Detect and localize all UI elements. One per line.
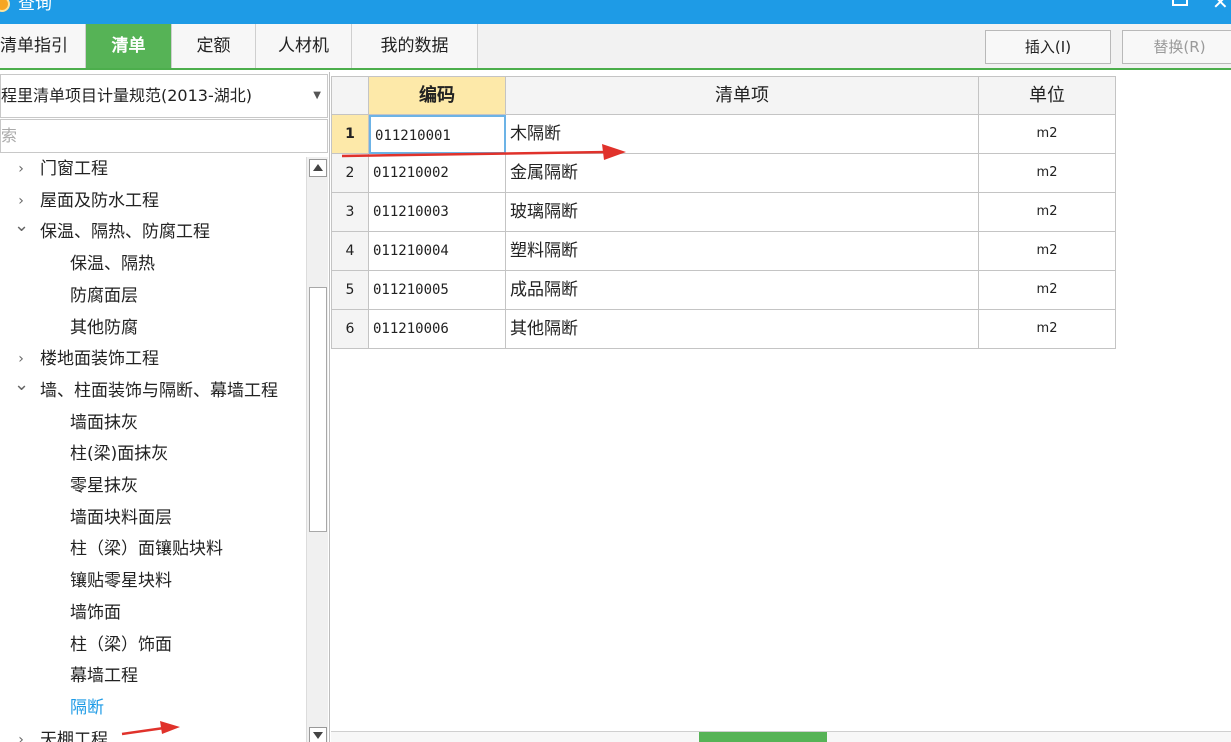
chevron-right-icon[interactable]: › xyxy=(14,725,28,742)
unit-cell[interactable]: m2 xyxy=(979,193,1116,232)
unit-column-header[interactable]: 单位 xyxy=(979,76,1116,115)
row-number-header xyxy=(331,76,369,115)
tree-item-label: 墙面块料面层 xyxy=(70,507,172,528)
scroll-thumb[interactable] xyxy=(309,287,327,532)
window-title: 查询 xyxy=(18,0,52,14)
tree-subcategory[interactable]: 墙面块料面层 xyxy=(0,503,306,533)
tree-item-label: 保温、隔热 xyxy=(70,254,155,275)
row-number[interactable]: 3 xyxy=(331,193,369,232)
tree-item-label: 零星抹灰 xyxy=(70,476,138,496)
row-number[interactable]: 5 xyxy=(331,271,369,310)
tab-bar: 清单指引 清单 定额 人材机 我的数据 插入(I) 替换(R) xyxy=(0,24,1231,70)
unit-cell[interactable]: m2 xyxy=(979,115,1116,154)
maximize-icon[interactable] xyxy=(1172,0,1188,6)
annotation-arrow-table xyxy=(341,144,626,160)
tree-item-label: 墙面抹灰 xyxy=(70,412,138,433)
tree-item-label: 楼地面装饰工程 xyxy=(40,349,159,370)
tree-item-label: 幕墙工程 xyxy=(70,666,138,687)
chevron-right-icon[interactable]: › xyxy=(14,155,28,184)
tree-item-label: 防腐面层 xyxy=(70,285,138,306)
item-name-cell[interactable]: 成品隔断 xyxy=(506,271,979,310)
bottom-bar xyxy=(331,731,1231,742)
tree-subcategory[interactable]: 镶贴零星块料 xyxy=(0,566,306,596)
tree-category[interactable]: ⌄ 墙、柱面装饰与隔断、幕墙工程 xyxy=(0,374,306,406)
row-number[interactable]: 6 xyxy=(331,310,369,349)
row-number[interactable]: 4 xyxy=(331,232,369,271)
tree-item-label: 隔断 xyxy=(70,697,104,718)
tree-subcategory[interactable]: 其他防腐 xyxy=(0,313,306,343)
expand-panel-button[interactable] xyxy=(699,732,827,742)
unit-cell[interactable]: m2 xyxy=(979,310,1116,349)
tab-bill[interactable]: 清单 xyxy=(86,24,172,68)
left-panel: 程里清单项目计量规范(2013-湖北) ▼ 索 › 门窗工程 › 屋面及防水工程 ⌄ 保温… xyxy=(0,72,330,742)
tree-item-label: 柱（梁）饰面 xyxy=(70,634,172,655)
tree-scrollbar[interactable] xyxy=(306,157,328,742)
unit-cell[interactable]: m2 xyxy=(979,232,1116,271)
tree-item-label: 柱（梁）面镶贴块料 xyxy=(70,539,223,560)
tree-item-label: 墙、柱面装饰与隔断、幕墙工程 xyxy=(40,380,278,401)
code-cell[interactable]: 011210003 xyxy=(369,193,506,232)
item-name-cell[interactable]: 塑料隔断 xyxy=(506,232,979,271)
code-cell[interactable]: 011210005 xyxy=(369,271,506,310)
spec-dropdown-value: 程里清单项目计量规范(2013-湖北) xyxy=(1,86,252,105)
tree-item-label: 墙饰面 xyxy=(70,602,121,623)
chevron-down-icon[interactable]: ⌄ xyxy=(14,211,29,241)
item-name-cell[interactable]: 玻璃隔断 xyxy=(506,193,979,232)
tree-item-label: 门窗工程 xyxy=(40,159,108,179)
annotation-arrow-tree xyxy=(121,721,180,736)
title-bar: 查询 ✕ xyxy=(0,0,1231,24)
tree-subcategory[interactable]: 防腐面层 xyxy=(0,281,306,311)
tree-item-label: 镶贴零星块料 xyxy=(70,571,172,592)
tree-category[interactable]: › 门窗工程 xyxy=(0,155,306,184)
unit-cell[interactable]: m2 xyxy=(979,154,1116,193)
tree-subcategory[interactable]: 柱(梁)面抹灰 xyxy=(0,439,306,469)
tree-subcategory[interactable]: 幕墙工程 xyxy=(0,661,306,691)
name-column-header[interactable]: 清单项 xyxy=(506,76,979,115)
tree-category[interactable]: › 屋面及防水工程 xyxy=(0,186,306,216)
insert-button[interactable]: 插入(I) xyxy=(985,30,1111,64)
app-icon xyxy=(0,0,10,12)
tree-item-label: 柱(梁)面抹灰 xyxy=(70,444,169,465)
tree-category[interactable]: ⌄ 保温、隔热、防腐工程 xyxy=(0,215,306,247)
tree-subcategory[interactable]: 保温、隔热 xyxy=(0,249,306,279)
tree-subcategory[interactable]: 柱（梁）饰面 xyxy=(0,630,306,660)
code-column-header[interactable]: 编码 xyxy=(369,76,506,115)
tree-subcategory[interactable]: 墙面抹灰 xyxy=(0,408,306,438)
tree-item-label: 屋面及防水工程 xyxy=(40,190,159,211)
code-cell[interactable]: 011210004 xyxy=(369,232,506,271)
scroll-up-icon[interactable] xyxy=(309,159,327,177)
category-tree: › 门窗工程 › 屋面及防水工程 ⌄ 保温、隔热、防腐工程 保温、隔热 防腐面层 其他防腐 › 楼地… xyxy=(0,155,306,742)
tab-labor-material-machine[interactable]: 人材机 xyxy=(256,24,352,68)
tree-item-label: 保温、隔热、防腐工程 xyxy=(40,222,210,243)
scroll-down-icon[interactable] xyxy=(309,727,327,742)
replace-button[interactable]: 替换(R) xyxy=(1122,30,1231,64)
chevron-down-icon[interactable]: ▼ xyxy=(313,75,321,117)
spec-dropdown[interactable]: 程里清单项目计量规范(2013-湖北) ▼ xyxy=(0,74,328,118)
unit-cell[interactable]: m2 xyxy=(979,271,1116,310)
close-icon[interactable]: ✕ xyxy=(1212,0,1229,12)
tree-subcategory[interactable]: 零星抹灰 xyxy=(0,471,306,501)
chevron-down-icon[interactable]: ⌄ xyxy=(14,370,29,400)
tree-item-label: 天棚工程 xyxy=(40,729,108,742)
tree-subcategory[interactable]: 墙饰面 xyxy=(0,598,306,628)
tree-subcategory[interactable]: 柱（梁）面镶贴块料 xyxy=(0,534,306,564)
item-name-cell[interactable]: 其他隔断 xyxy=(506,310,979,349)
code-cell[interactable]: 011210006 xyxy=(369,310,506,349)
tree-category[interactable]: › 楼地面装饰工程 xyxy=(0,344,306,374)
tab-quota[interactable]: 定额 xyxy=(172,24,256,68)
tab-bill-guide[interactable]: 清单指引 xyxy=(0,24,86,68)
search-input[interactable]: 索 xyxy=(0,119,328,153)
tab-my-data[interactable]: 我的数据 xyxy=(352,24,478,68)
tree-item-label: 其他防腐 xyxy=(70,317,138,338)
